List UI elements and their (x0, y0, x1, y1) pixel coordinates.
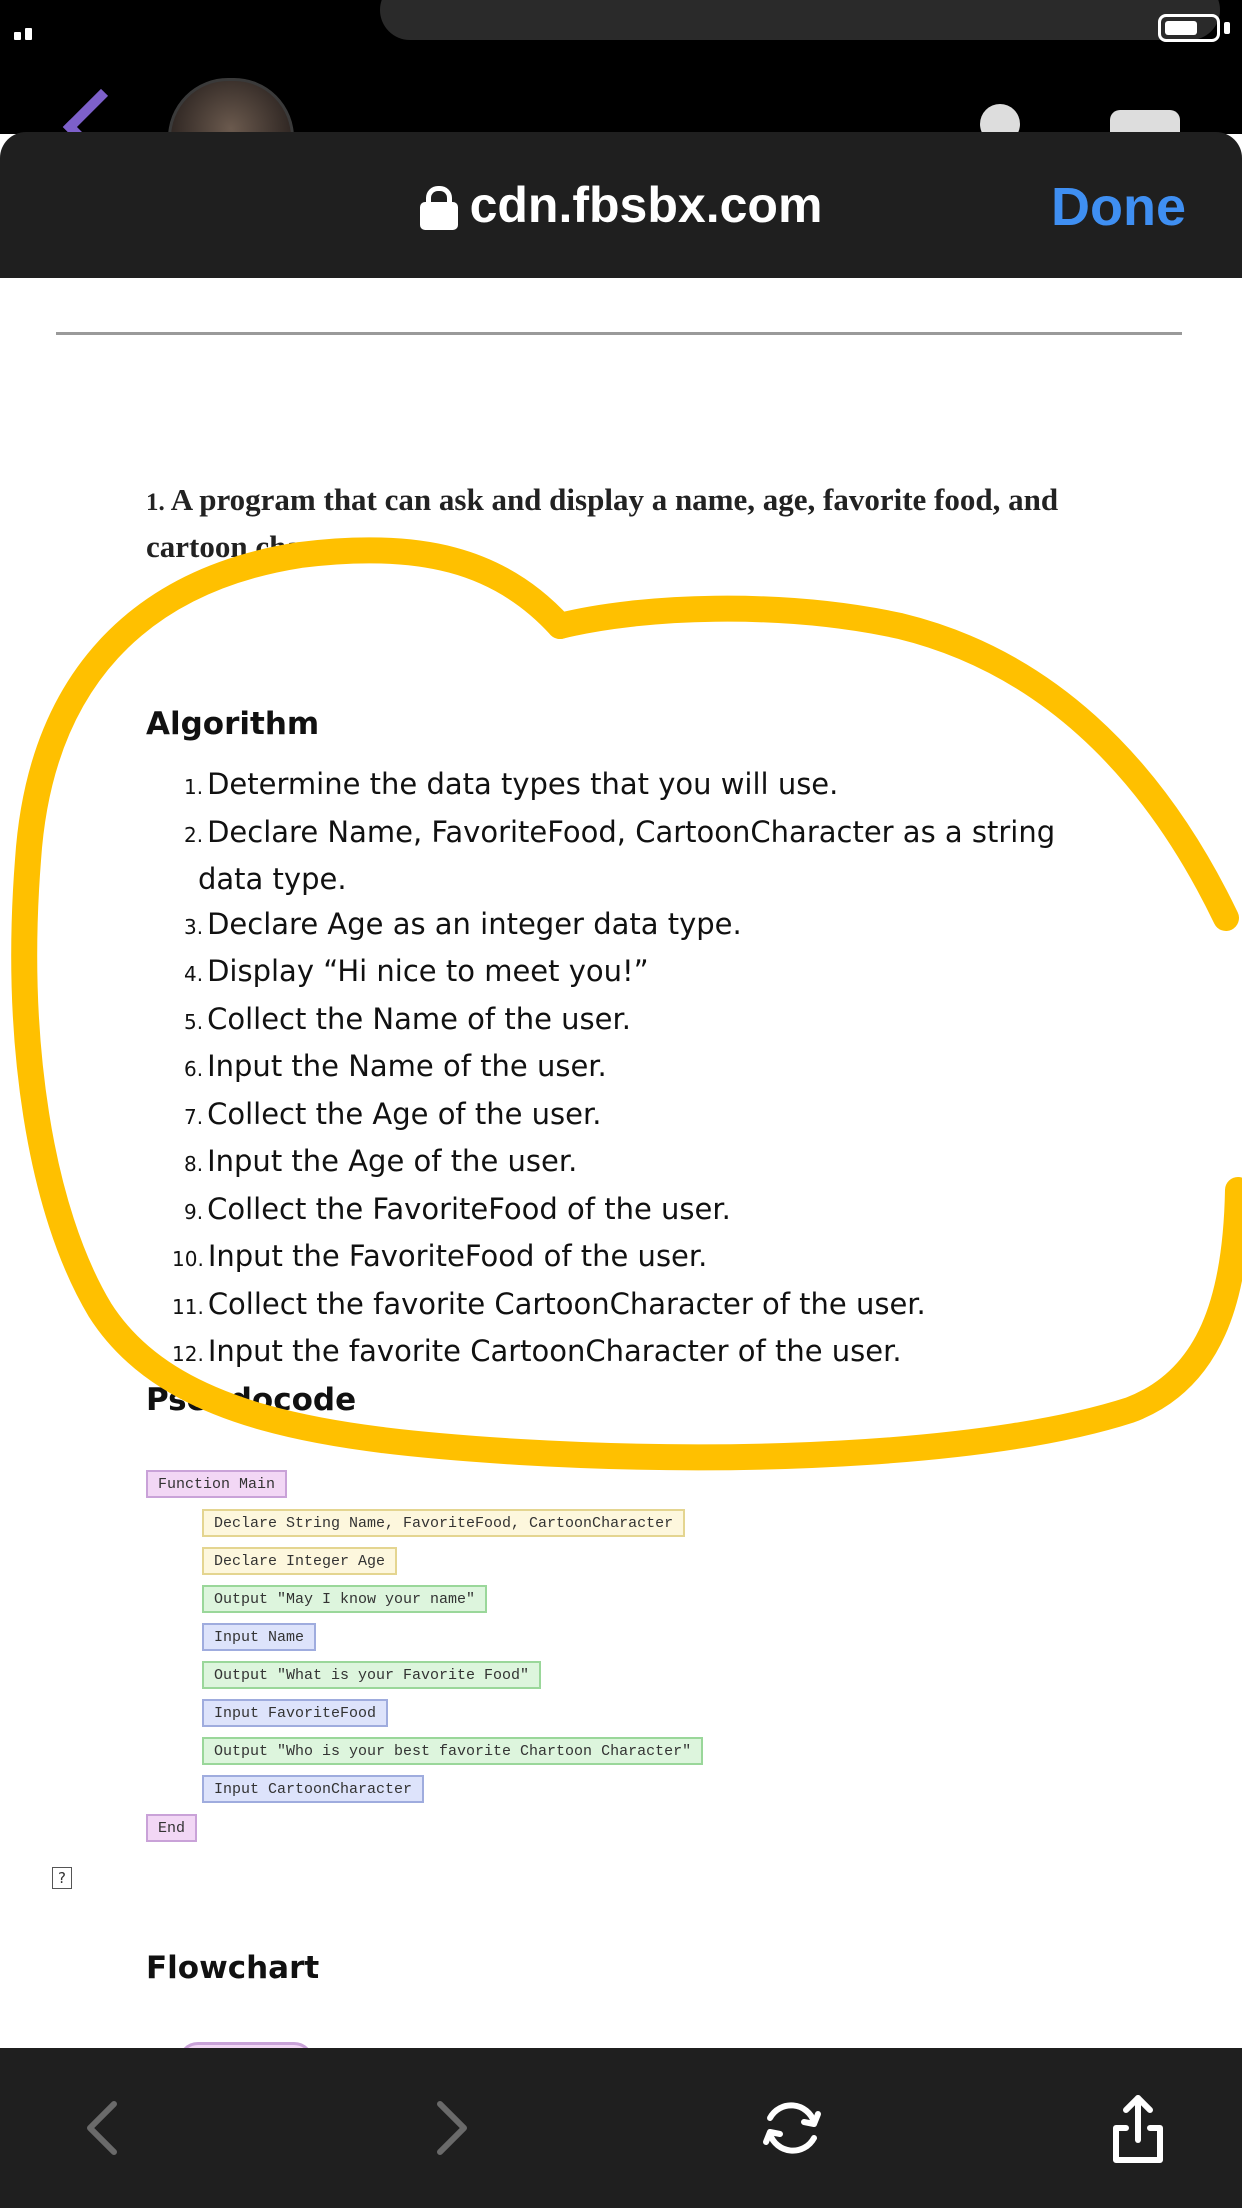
pseudocode-output-name: Output "May I know your name" (202, 1585, 488, 1613)
chevron-left-icon[interactable] (64, 2088, 144, 2168)
algorithm-step-number: 4. (184, 962, 204, 986)
algorithm-step-number: 7. (184, 1104, 204, 1129)
browser-toolbar (0, 2048, 1242, 2208)
algorithm-step: 4. Display “Hi nice to meet you!” (184, 949, 1104, 997)
algorithm-step-text: Display “Hi nice to meet you!” (207, 954, 649, 988)
pseudocode-declare-integer: Declare Integer Age (202, 1547, 398, 1575)
algorithm-step-number: 12. (172, 1342, 204, 1366)
algorithm-step-text: Input the Name of the user. (207, 1049, 607, 1083)
pseudocode-heading: Pseudocode (146, 1382, 357, 1418)
algorithm-step: 1. Determine the data types that you will… (184, 762, 1104, 810)
question-title: 1. A program that can ask and display a … (146, 478, 1106, 569)
lock-icon (419, 186, 458, 230)
battery-tip (1224, 22, 1230, 34)
algorithm-step: 7. Collect the Age of the user. (184, 1092, 1104, 1140)
battery-icon (1158, 14, 1220, 42)
algorithm-step-number: 9. (184, 1199, 204, 1224)
algorithm-step-text: Input the favorite CartoonCharacter of t… (207, 1334, 902, 1368)
algorithm-step-number: 5. (184, 1009, 204, 1034)
flowchart-heading: Flowchart (146, 1950, 320, 1986)
algorithm-step-number: 10. (172, 1247, 204, 1271)
algorithm-step-text: Input the Age of the user. (207, 1144, 578, 1178)
algorithm-step: 6. Input the Name of the user. (184, 1044, 1104, 1092)
pseudocode-output-food: Output "What is your Favorite Food" (202, 1661, 542, 1689)
algorithm-step-text: Declare Age as an integer data type. (207, 906, 742, 941)
algorithm-step: 5. Collect the Name of the user. (184, 997, 1104, 1045)
algorithm-step-number: 8. (184, 1152, 204, 1176)
messenger-header (0, 44, 1242, 134)
divider (56, 332, 1182, 335)
phone-icon[interactable] (980, 104, 1020, 134)
algorithm-step-text-continued: data type. (198, 862, 347, 896)
algorithm-step-text: Determine the data types that you will u… (207, 767, 839, 801)
pseudocode-end: End (146, 1814, 198, 1842)
document-viewer[interactable]: 1. A program that can ask and display a … (0, 278, 1242, 2048)
broken-image-icon: ? (52, 1867, 72, 1889)
status-bar-overlay (380, 0, 1220, 40)
question-number: 1. (146, 489, 165, 516)
video-call-icon[interactable] (1110, 110, 1180, 134)
question-text: A program that can ask and display a nam… (146, 482, 1059, 564)
pseudocode-input-character: Input CartoonCharacter (202, 1775, 425, 1803)
algorithm-step-text: Input the FavoriteFood of the user. (207, 1239, 708, 1273)
url-text: cdn.fbsbx.com (469, 177, 823, 233)
done-button[interactable]: Done (1051, 176, 1186, 238)
pseudocode-input-name: Input Name (202, 1623, 317, 1651)
algorithm-step-number: 1. (184, 775, 204, 799)
algorithm-heading: Algorithm (146, 706, 320, 742)
algorithm-step-text: Declare Name, FavoriteFood, CartoonChara… (207, 814, 1056, 849)
share-icon[interactable] (1098, 2088, 1178, 2168)
chevron-right-icon[interactable] (410, 2088, 490, 2168)
algorithm-step-number: 3. (184, 914, 204, 939)
algorithm-step-number: 6. (184, 1057, 204, 1081)
algorithm-step: 2. Declare Name, FavoriteFood, CartoonCha… (184, 810, 1104, 902)
algorithm-step-number: 2. (184, 822, 204, 847)
pseudocode-input-food: Input FavoriteFood (202, 1699, 389, 1727)
algorithm-step-text: Collect the Age of the user. (207, 1096, 602, 1131)
reload-icon[interactable] (752, 2088, 832, 2168)
browser-header: cdn.fbsbx.com Done (0, 132, 1242, 278)
status-bar (0, 0, 1242, 44)
algorithm-step: 12. Input the favorite CartoonCharacter o… (172, 1329, 1104, 1377)
pseudocode-declare-strings: Declare String Name, FavoriteFood, Carto… (202, 1509, 686, 1537)
algorithm-step-text: Collect the Name of the user. (207, 1001, 631, 1036)
algorithm-step: 3. Declare Age as an integer data type. (184, 902, 1104, 950)
algorithm-step: 8. Input the Age of the user. (184, 1139, 1104, 1187)
algorithm-step-number: 11. (172, 1294, 204, 1319)
algorithm-list: 1. Determine the data types that you will… (172, 762, 1104, 1377)
algorithm-step-text: Collect the favorite CartoonCharacter of… (207, 1286, 926, 1321)
signal-icon (14, 28, 32, 40)
algorithm-step-text: Collect the FavoriteFood of the user. (207, 1191, 731, 1226)
algorithm-step: 9. Collect the FavoriteFood of the user. (184, 1187, 1104, 1235)
algorithm-step: 11. Collect the favorite CartoonCharacter… (172, 1282, 1104, 1330)
pseudocode-output-character: Output "Who is your best favorite Charto… (202, 1737, 704, 1765)
avatar[interactable] (168, 78, 294, 134)
messenger-back-icon[interactable] (62, 88, 140, 134)
algorithm-step: 10. Input the FavoriteFood of the user. (172, 1234, 1104, 1282)
pseudocode-function-main: Function Main (146, 1470, 288, 1498)
